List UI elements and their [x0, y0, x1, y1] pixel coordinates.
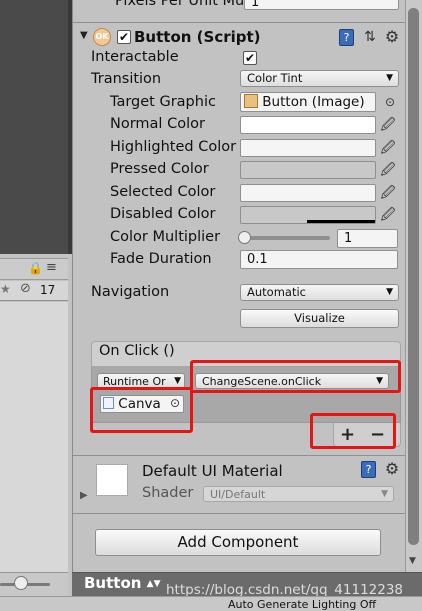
- section-divider: [73, 513, 405, 514]
- preset-icon[interactable]: ⇅: [362, 29, 378, 45]
- pressed-color-swatch[interactable]: [240, 161, 376, 179]
- dropdown-arrow-icon: ▼: [386, 287, 393, 297]
- fade-duration-field[interactable]: 0.1: [240, 250, 398, 269]
- target-graphic-value: Button (Image): [262, 94, 365, 110]
- shader-dropdown: UI/Default ▼: [203, 486, 394, 502]
- eyedropper-icon[interactable]: 🖉: [380, 140, 396, 156]
- gear-icon[interactable]: ⚙: [383, 27, 401, 46]
- function-value: ChangeScene.onClick: [202, 375, 322, 388]
- pressed-color-label: Pressed Color: [110, 161, 209, 177]
- button-script-icon: OK: [93, 28, 111, 46]
- selected-color-swatch[interactable]: [240, 184, 376, 202]
- transition-value: Color Tint: [247, 71, 303, 85]
- dropdown-arrow-icon: ▼: [386, 73, 393, 83]
- runtime-dropdown[interactable]: Runtime Or ▼: [97, 373, 185, 389]
- add-component-button[interactable]: Add Component: [95, 529, 381, 556]
- component-enabled-checkbox[interactable]: ✔: [117, 30, 131, 44]
- eyedropper-icon[interactable]: 🖉: [380, 185, 396, 201]
- on-click-title: On Click (): [99, 343, 175, 359]
- hierarchy-tabs: ★ ⊘ 17: [0, 281, 68, 301]
- star-icon[interactable]: ★: [0, 282, 11, 296]
- disabled-color-swatch[interactable]: [240, 206, 376, 224]
- preview-selection-label: Button: [84, 574, 142, 592]
- object-picker-icon[interactable]: ⊙: [385, 95, 395, 109]
- dropdown-arrow-icon: ▼: [376, 376, 383, 386]
- transition-label: Transition: [91, 71, 162, 87]
- hierarchy-toolbar: 🔒 ≡: [0, 258, 68, 280]
- disabled-color-label: Disabled Color: [110, 206, 216, 222]
- hidden-count: 17: [40, 283, 56, 297]
- color-multiplier-label: Color Multiplier: [110, 229, 221, 245]
- highlighted-color-swatch[interactable]: [240, 139, 376, 157]
- add-listener-button[interactable]: +: [340, 424, 355, 445]
- fade-duration-label: Fade Duration: [110, 251, 212, 267]
- target-graphic-label: Target Graphic: [110, 94, 216, 110]
- visibility-off-icon[interactable]: ⊘: [20, 281, 31, 296]
- foldout-arrow-icon[interactable]: ▶: [80, 490, 88, 501]
- dropdown-arrow-icon: ▼: [174, 376, 181, 386]
- eyedropper-icon[interactable]: 🖉: [380, 117, 396, 133]
- scrollbar-thumb[interactable]: [408, 8, 419, 545]
- remove-listener-button[interactable]: −: [370, 424, 385, 445]
- script-icon: [103, 397, 114, 409]
- selected-color-label: Selected Color: [110, 184, 216, 200]
- scroll-down-icon[interactable]: ▼: [409, 556, 416, 566]
- target-object-value: Canva: [118, 396, 161, 412]
- lighting-status: Auto Generate Lighting Off: [228, 598, 377, 611]
- component-title: Button (Script): [134, 28, 261, 46]
- section-divider: [73, 455, 405, 456]
- alpha-bar: [307, 220, 375, 223]
- section-divider: [73, 22, 405, 23]
- help-icon[interactable]: ?: [339, 29, 354, 46]
- gear-icon[interactable]: ⚙: [383, 459, 401, 478]
- interactable-label: Interactable: [91, 49, 179, 65]
- shader-label: Shader: [142, 485, 194, 501]
- color-multiplier-slider-thumb[interactable]: [238, 231, 251, 244]
- normal-color-swatch[interactable]: [240, 116, 376, 134]
- material-preview: [96, 464, 128, 496]
- dropdown-arrow-icon: ▲▼: [146, 579, 161, 589]
- preview-selection[interactable]: Button ▲▼: [84, 574, 161, 592]
- highlighted-color-label: Highlighted Color: [110, 139, 237, 155]
- hierarchy-list: [0, 302, 68, 572]
- eyedropper-icon[interactable]: 🖉: [380, 162, 396, 178]
- dropdown-arrow-icon: ▼: [381, 489, 388, 499]
- color-multiplier-field[interactable]: 1: [337, 229, 398, 248]
- navigation-label: Navigation: [91, 284, 170, 300]
- object-picker-icon[interactable]: ⊙: [170, 396, 180, 410]
- runtime-value: Runtime Or: [103, 375, 166, 388]
- shader-value: UI/Default: [210, 488, 266, 501]
- pixels-per-unit-label: Pixels Per Unit Mult: [115, 0, 254, 9]
- foldout-arrow-icon[interactable]: ▼: [80, 30, 88, 41]
- color-multiplier-slider-track[interactable]: [244, 236, 330, 240]
- eyedropper-icon[interactable]: 🖉: [380, 207, 396, 223]
- image-icon: [244, 94, 258, 108]
- pixels-per-unit-field[interactable]: 1: [244, 0, 399, 10]
- transition-dropdown[interactable]: Color Tint ▼: [240, 70, 399, 87]
- scene-view[interactable]: [0, 0, 68, 254]
- interactable-checkbox[interactable]: ✔: [243, 51, 257, 65]
- function-dropdown[interactable]: ChangeScene.onClick ▼: [195, 373, 389, 389]
- navigation-value: Automatic: [247, 285, 306, 299]
- lock-icon[interactable]: 🔒: [28, 261, 43, 275]
- help-icon[interactable]: ?: [361, 461, 376, 478]
- visualize-button[interactable]: Visualize: [240, 309, 399, 328]
- menu-icon[interactable]: ≡: [46, 260, 57, 275]
- zoom-slider-thumb[interactable]: [14, 576, 28, 590]
- navigation-dropdown[interactable]: Automatic ▼: [240, 284, 399, 301]
- target-graphic-field[interactable]: Button (Image): [240, 92, 376, 112]
- normal-color-label: Normal Color: [110, 116, 205, 132]
- material-name: Default UI Material: [142, 462, 283, 480]
